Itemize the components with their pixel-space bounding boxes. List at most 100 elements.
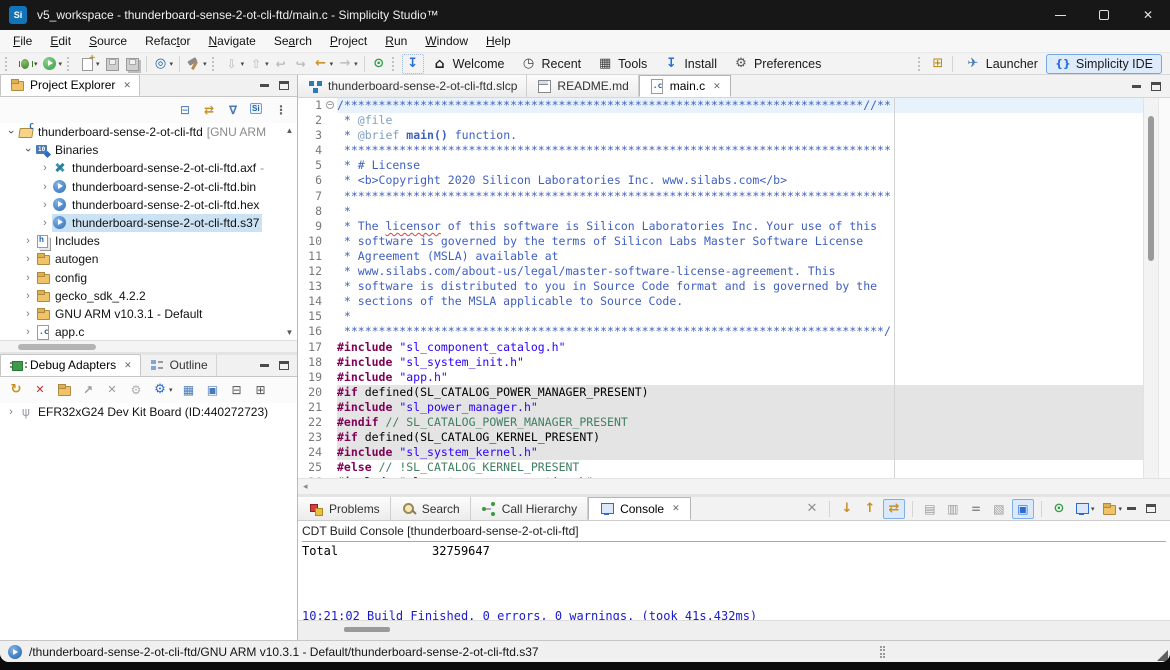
close-tab-icon[interactable]: ✕ <box>672 503 680 514</box>
collapsed-arrow-icon[interactable]: › <box>38 217 52 229</box>
menu-source[interactable]: Source <box>80 32 136 50</box>
dropdown-caret-icon[interactable]: ▾ <box>354 60 358 68</box>
collapse-button[interactable]: ⊟ <box>227 380 247 400</box>
minimize-view-icon[interactable] <box>260 84 269 87</box>
collapse-all-button[interactable]: ⊟ <box>175 100 195 120</box>
dropdown-caret-icon[interactable]: ▾ <box>169 386 173 394</box>
new-wizard-button[interactable]: ▾ <box>77 54 102 74</box>
tree-item-body[interactable]: app.c <box>35 323 87 340</box>
tree-item-body[interactable]: GNU ARM v10.3.1 - Default <box>35 305 205 323</box>
collapsed-arrow-icon[interactable]: › <box>38 162 52 174</box>
editor-tab-readme.md[interactable]: README.md <box>527 75 638 97</box>
back-button[interactable]: ←▾ <box>311 54 336 74</box>
open-console-button[interactable]: ▾ <box>1099 499 1124 519</box>
table-view-button[interactable]: ▦ <box>179 380 199 400</box>
dropdown-caret-icon[interactable]: ▾ <box>34 60 38 68</box>
clear-console-button[interactable]: ✕ <box>802 499 822 519</box>
recent-button[interactable]: ◷Recent <box>513 53 590 74</box>
tree-item[interactable]: ›thunderboard-sense-2-ot-cli-ftd.axf - <box>0 159 297 177</box>
collapsed-arrow-icon[interactable]: › <box>21 235 35 247</box>
menu-edit[interactable]: Edit <box>41 32 80 50</box>
tree-item[interactable]: ›thunderboard-sense-2-ot-cli-ftd.hex <box>0 196 297 214</box>
pin-console-button[interactable]: ⊙ <box>1049 499 1069 519</box>
editor-hscrollbar[interactable]: ◂ <box>298 478 1170 494</box>
close-tab-icon[interactable]: ✕ <box>123 80 131 91</box>
dropdown-caret-icon[interactable]: ▾ <box>1091 505 1095 513</box>
collapsed-arrow-icon[interactable]: › <box>21 272 35 284</box>
scroll-up-button[interactable]: ↑ <box>860 499 880 519</box>
run-button[interactable]: ▾ <box>40 54 65 74</box>
dropdown-caret-icon[interactable]: ▾ <box>203 60 207 68</box>
perspective-simplicity-ide[interactable]: {}Simplicity IDE <box>1046 54 1162 74</box>
scroll-up-arrow-icon[interactable]: ▲ <box>283 126 296 135</box>
tree-item-body[interactable]: ψEFR32xG24 Dev Kit Board (ID:440272723) <box>18 403 271 421</box>
dropdown-caret-icon[interactable]: ▾ <box>96 60 100 68</box>
editor-vscrollbar[interactable] <box>1143 98 1158 478</box>
debug-button[interactable]: ▾ <box>15 54 40 74</box>
expanded-arrow-icon[interactable]: › <box>22 143 34 157</box>
tab-outline[interactable]: Outline <box>141 354 217 376</box>
tree-item-body[interactable]: Includes <box>35 232 103 250</box>
tree-item-body[interactable]: thunderboard-sense-2-ot-cli-ftd.hex <box>52 196 262 214</box>
new-group-button[interactable] <box>54 380 74 400</box>
scroll-down-button[interactable]: ↓ <box>837 499 857 519</box>
menu-navigate[interactable]: Navigate <box>199 32 264 50</box>
tab-console[interactable]: Console✕ <box>588 497 691 520</box>
scroll-lock-button[interactable]: ⇄ <box>883 499 905 519</box>
tab-problems[interactable]: Problems <box>298 497 391 520</box>
save-button[interactable] <box>102 54 122 74</box>
adapter-gear-button[interactable]: ⚙▾ <box>150 380 175 400</box>
launch-console-button[interactable]: ↗ <box>78 380 98 400</box>
tree-item[interactable]: ›app.c <box>0 323 297 340</box>
last-edit-button[interactable]: ↩ <box>271 54 291 74</box>
filter-button[interactable]: ∇ <box>223 100 243 120</box>
menu-run[interactable]: Run <box>376 32 416 50</box>
collapsed-arrow-icon[interactable]: › <box>21 326 35 338</box>
tab-search[interactable]: Search <box>391 497 471 520</box>
lock-console-button[interactable]: ▥ <box>943 499 963 519</box>
maximize-view-icon[interactable] <box>279 81 289 90</box>
collapsed-arrow-icon[interactable]: › <box>38 181 52 193</box>
tab-call-hierarchy[interactable]: Call Hierarchy <box>471 497 588 520</box>
collapsed-arrow-icon[interactable]: › <box>21 308 35 320</box>
si-filter-button[interactable] <box>247 100 267 120</box>
expanded-arrow-icon[interactable]: › <box>5 125 17 139</box>
collapsed-arrow-icon[interactable]: › <box>4 406 18 418</box>
dropdown-caret-icon[interactable]: ▾ <box>170 60 174 68</box>
tree-item-body[interactable]: autogen <box>35 250 101 268</box>
expand-button[interactable]: ⊞ <box>251 380 271 400</box>
tree-item[interactable]: ›gecko_sdk_4.2.2 <box>0 287 297 305</box>
close-button[interactable]: ✕ <box>1126 0 1170 30</box>
dropdown-caret-icon[interactable]: ▾ <box>241 60 245 68</box>
minimize-button[interactable] <box>1038 0 1082 30</box>
collapsed-arrow-icon[interactable]: › <box>21 290 35 302</box>
minimize-view-icon[interactable] <box>1127 507 1136 510</box>
debug-adapters-tree[interactable]: ›ψEFR32xG24 Dev Kit Board (ID:440272723) <box>0 403 297 640</box>
refresh-button[interactable]: ↻ <box>6 380 26 400</box>
build-button[interactable]: ▾ <box>184 54 209 74</box>
fold-collapse-icon[interactable]: − <box>326 101 334 109</box>
console-hscrollbar[interactable] <box>298 620 1170 640</box>
scroll-down-arrow-icon[interactable]: ▼ <box>283 328 296 337</box>
save-output-button[interactable]: ▤ <box>920 499 940 519</box>
tree-item-body[interactable]: thunderboard-sense-2-ot-cli-ftd.bin <box>52 178 259 196</box>
menu-help[interactable]: Help <box>477 32 520 50</box>
editor-tab-thunderboard-sense-2-ot-cli-ftd.slcp[interactable]: thunderboard-sense-2-ot-cli-ftd.slcp <box>298 75 527 97</box>
preferences-button[interactable]: ⚙Preferences <box>725 53 829 74</box>
save-all-button[interactable] <box>122 54 142 74</box>
word-wrap-button[interactable]: = <box>966 499 986 519</box>
install-button[interactable]: ↧Install <box>655 53 725 74</box>
tree-item[interactable]: ›Includes <box>0 232 297 250</box>
tools-disabled-button[interactable]: ⚙ <box>126 380 146 400</box>
forward-edit-button[interactable]: ↪ <box>291 54 311 74</box>
collapsed-arrow-icon[interactable]: › <box>21 253 35 265</box>
show-output-button[interactable]: ▣ <box>1012 499 1034 519</box>
maximize-view-icon[interactable] <box>1146 504 1156 513</box>
maximize-button[interactable] <box>1082 0 1126 30</box>
menu-window[interactable]: Window <box>416 32 477 50</box>
tree-item[interactable]: ›ψEFR32xG24 Dev Kit Board (ID:440272723) <box>0 403 297 421</box>
next-annotation-button[interactable]: ⇩▾ <box>222 54 247 74</box>
tree-item[interactable]: ›config <box>0 269 297 287</box>
delete-button[interactable]: ✕ <box>102 380 122 400</box>
menu-refactor[interactable]: Refactor <box>136 32 199 50</box>
